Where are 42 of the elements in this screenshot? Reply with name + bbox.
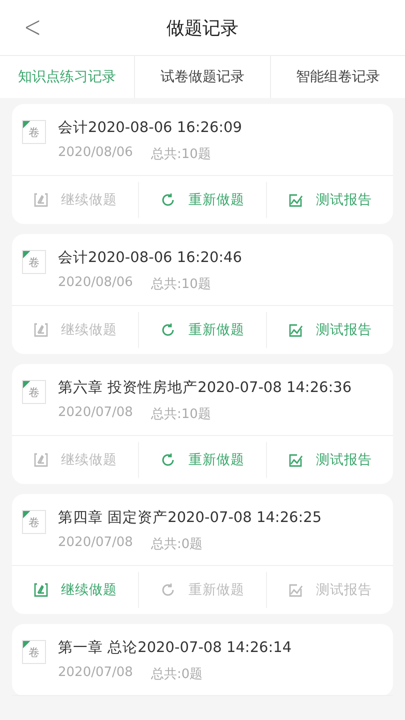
edit-icon (33, 582, 50, 598)
edit-icon (33, 192, 50, 208)
paper-badge: 卷 (22, 510, 46, 534)
record-title: 第四章 固定资产2020-07-08 14:26:25 (58, 508, 322, 527)
edit-icon (33, 452, 50, 468)
record-date: 2020/08/06 (58, 145, 133, 162)
edit-icon (33, 322, 50, 338)
record-date: 2020/07/08 (58, 405, 133, 422)
redo-button[interactable]: 重新做题 (139, 442, 267, 478)
redo-button[interactable]: 重新做题 (139, 182, 267, 218)
paper-badge: 卷 (22, 120, 46, 144)
record-title: 会计2020-08-06 16:26:09 (58, 119, 242, 137)
paper-badge: 卷 (22, 380, 46, 404)
question-count: 总共:0题 (150, 666, 203, 683)
report-button[interactable]: 测试报告 (266, 312, 393, 348)
back-button[interactable]: < (20, 10, 46, 45)
record-date: 2020/08/06 (58, 275, 133, 292)
refresh-icon (160, 322, 176, 338)
chart-icon (288, 322, 304, 338)
redo-button[interactable]: 重新做题 (139, 312, 267, 348)
record-title: 第六章 投资性房地产2020-07-08 14:26:36 (58, 378, 352, 397)
question-count: 总共:0题 (150, 536, 203, 553)
page-title: 做题记录 (166, 16, 238, 40)
refresh-icon (160, 452, 176, 468)
record-title: 会计2020-08-06 16:20:46 (58, 249, 242, 267)
refresh-icon (160, 192, 176, 208)
record-title: 第一章 总论2020-07-08 14:26:14 (58, 638, 292, 657)
chart-icon (288, 192, 304, 208)
report-button[interactable]: 测试报告 (266, 182, 393, 218)
record-date: 2020/07/08 (58, 535, 133, 552)
refresh-icon (160, 582, 176, 598)
report-button[interactable]: 测试报告 (266, 442, 393, 478)
record-card[interactable]: 卷 第一章 总论2020-07-08 14:26:14 2020/07/08 总共:0题 (12, 624, 393, 696)
chart-icon (288, 582, 304, 598)
record-date: 2020/07/08 (58, 665, 133, 682)
question-count: 总共:10题 (150, 406, 211, 423)
question-count: 总共:10题 (150, 276, 211, 293)
question-count: 总共:10题 (150, 146, 211, 163)
continue-button[interactable]: 继续做题 (12, 572, 140, 608)
paper-badge: 卷 (22, 640, 46, 664)
paper-badge: 卷 (22, 250, 46, 274)
chart-icon (288, 452, 304, 468)
